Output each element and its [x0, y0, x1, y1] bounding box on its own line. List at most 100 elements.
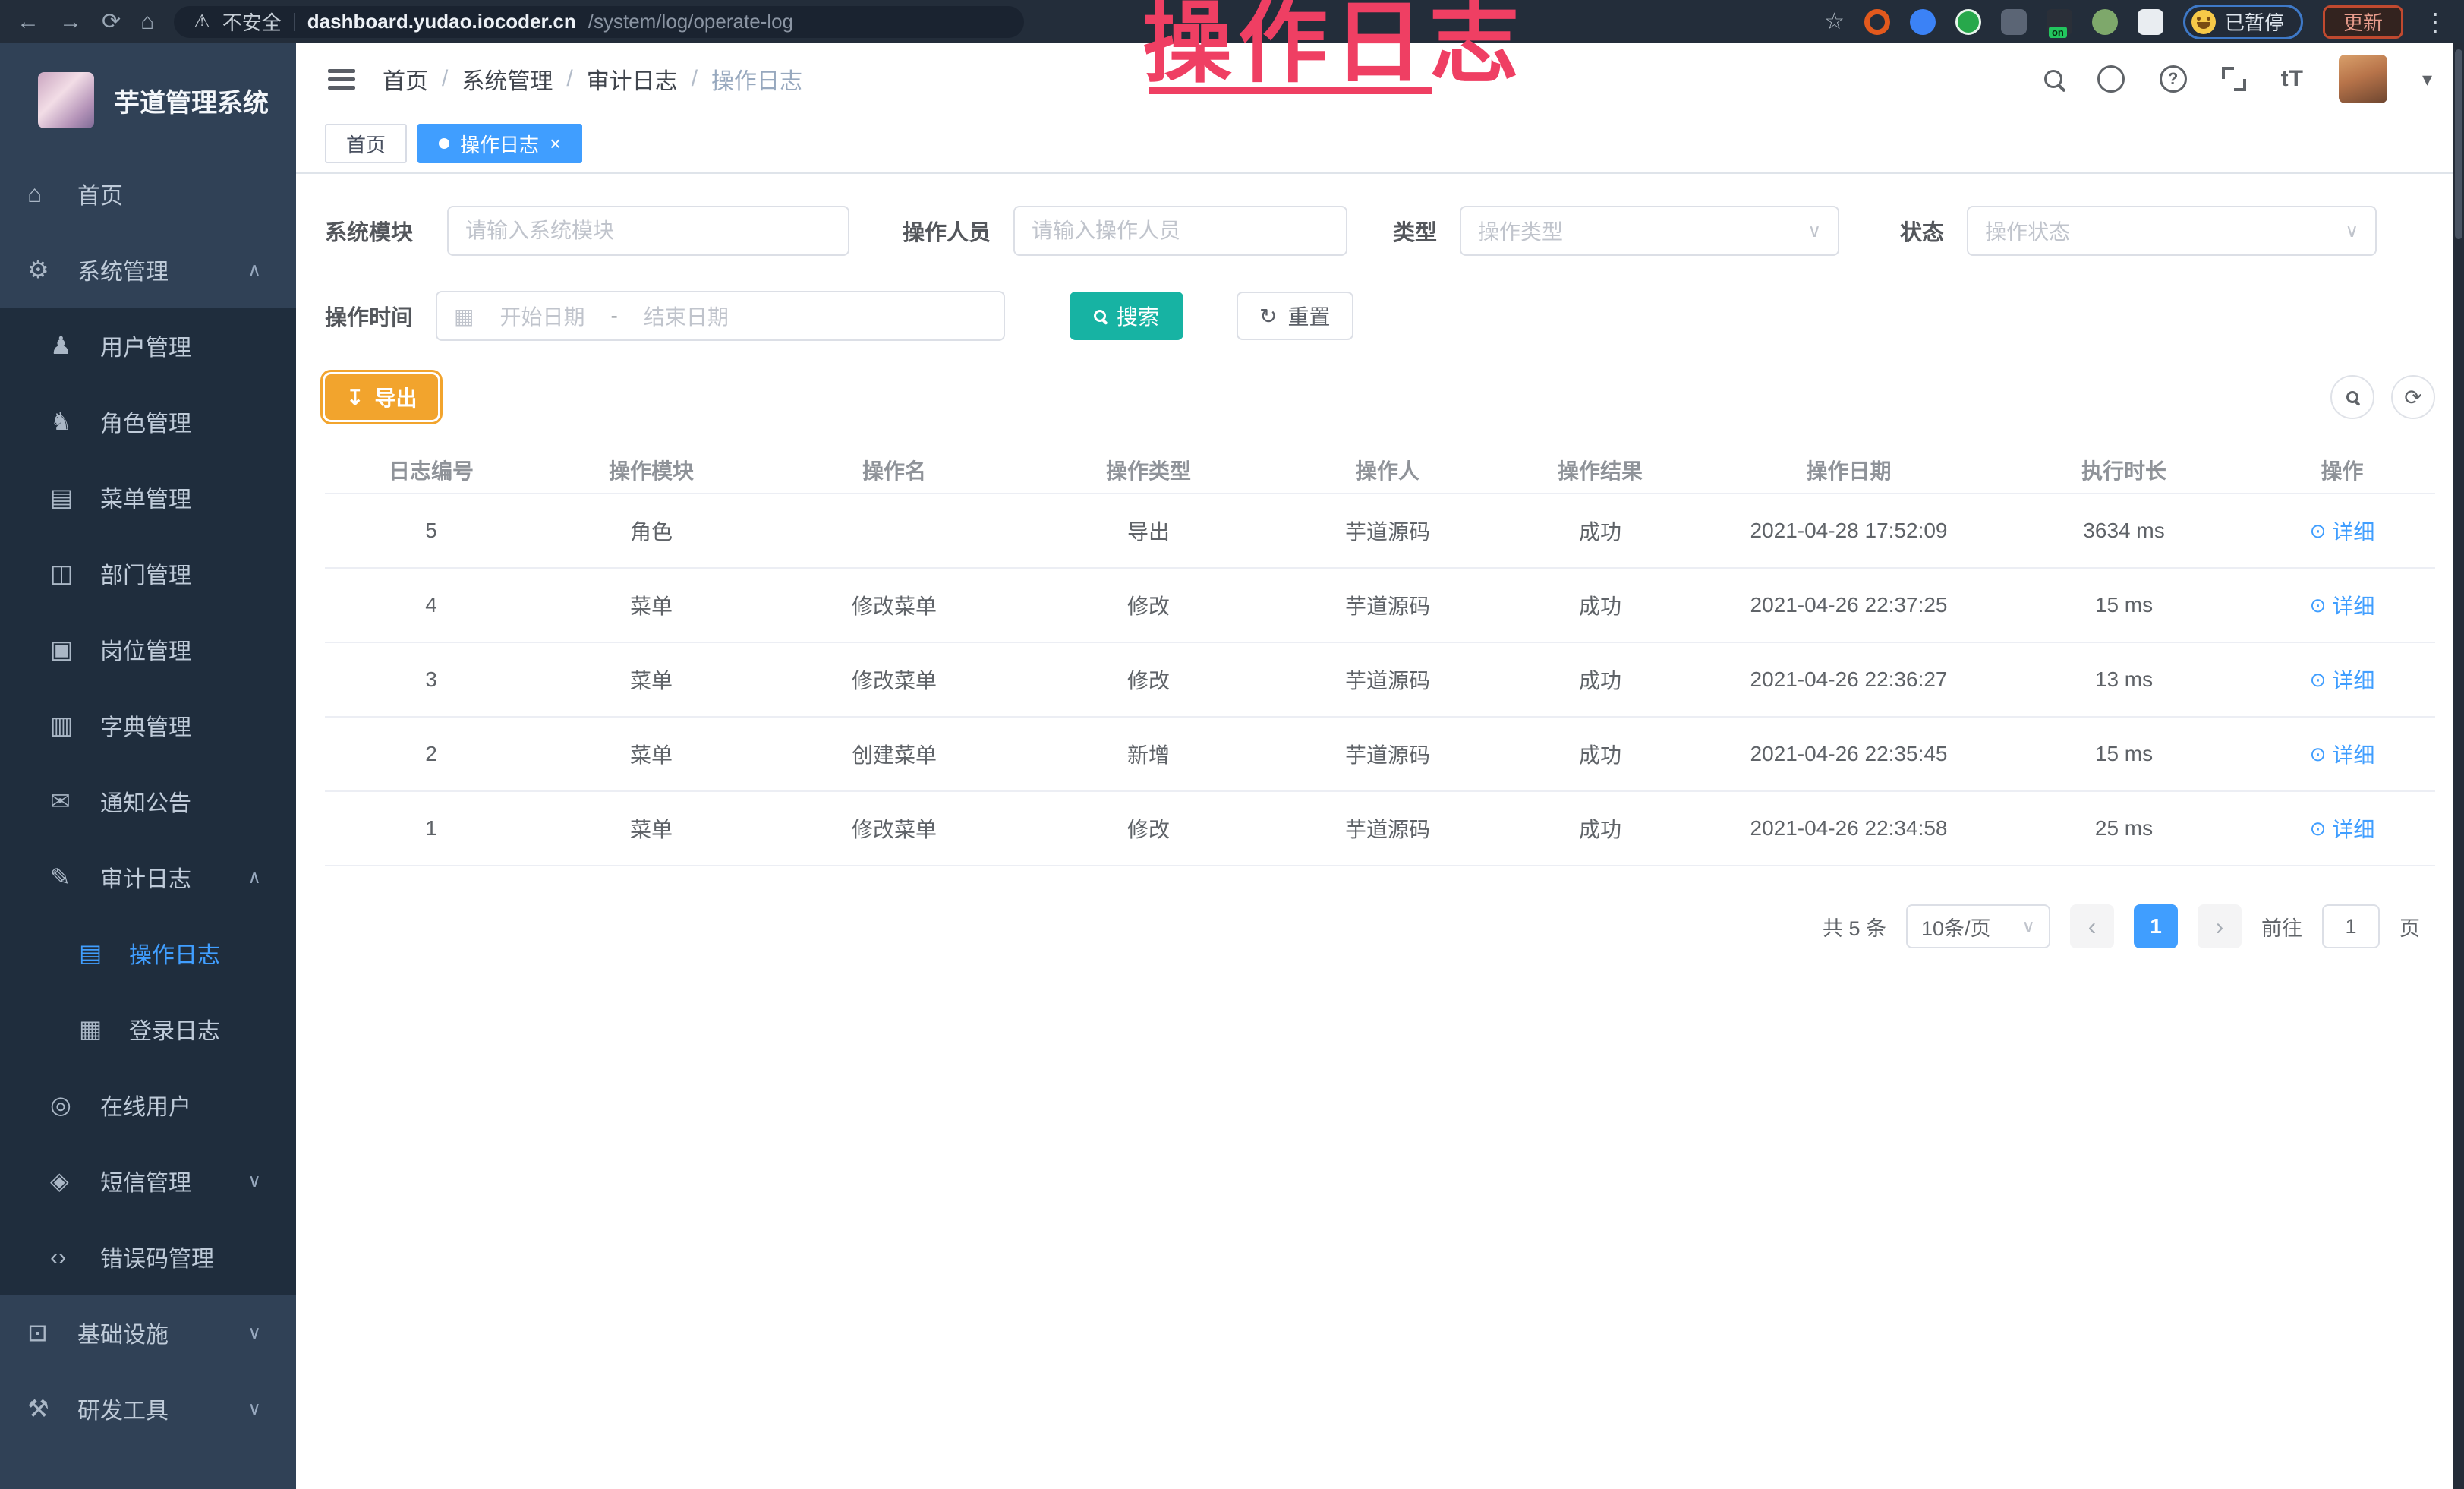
- sidebar-item-dictionary[interactable]: ▥字典管理: [0, 687, 296, 763]
- extension-on-badge: on: [2049, 27, 2067, 38]
- home-icon[interactable]: ⌂: [140, 11, 154, 33]
- browser-scrollbar[interactable]: [2453, 43, 2464, 1489]
- export-button[interactable]: ↧ 导出: [325, 374, 438, 420]
- bookmark-star-icon[interactable]: ☆: [1824, 8, 1845, 35]
- sidebar: 芋道管理系统 ⌂首页⚙系统管理∧♟用户管理♞角色管理▤菜单管理◫部门管理▣岗位管…: [0, 43, 296, 1489]
- sidebar-item-operate-log[interactable]: ▤ 操作日志: [0, 915, 296, 991]
- extension-icon-4[interactable]: [2001, 9, 2027, 35]
- status-select[interactable]: 操作状态 ∨: [1967, 206, 2377, 256]
- next-page-button[interactable]: ›: [2198, 904, 2242, 948]
- font-size-icon[interactable]: tT: [2281, 66, 2304, 92]
- sidebar-item-home[interactable]: ⌂首页: [0, 156, 296, 232]
- refresh-table-icon[interactable]: ⟳: [2391, 375, 2435, 419]
- detail-link[interactable]: ⊙详细: [2310, 590, 2375, 620]
- sidebar-item-notices[interactable]: ✉通知公告: [0, 763, 296, 839]
- cell-result: 成功: [1501, 813, 1699, 844]
- browser-menu-kebab-icon[interactable]: ⋮: [2423, 8, 2447, 36]
- sidebar-item-audit-log[interactable]: ✎审计日志∧: [0, 839, 296, 915]
- search-button[interactable]: 搜索: [1070, 292, 1183, 340]
- chevron-down-icon[interactable]: ▾: [2422, 68, 2432, 91]
- sidebar-item-login-log[interactable]: ▦登录日志: [0, 991, 296, 1067]
- type-select[interactable]: 操作类型 ∨: [1460, 206, 1839, 256]
- cell-module: 菜单: [537, 813, 765, 844]
- cell-duration: 15 ms: [1999, 593, 2249, 617]
- breadcrumb: 首页/系统管理/审计日志/操作日志: [383, 62, 802, 96]
- table-column-header: 操作: [2249, 455, 2435, 485]
- pagination: 共 5 条 10条/页 ∨ ‹ 1 › 前往 页: [325, 904, 2435, 948]
- search-icon[interactable]: [2044, 70, 2062, 88]
- sidebar-item-label: 操作日志: [129, 936, 220, 970]
- back-icon[interactable]: ←: [17, 11, 39, 33]
- sidebar-item-error-codes[interactable]: ‹›错误码管理: [0, 1219, 296, 1295]
- sidebar-item-infra[interactable]: ⊡基础设施∨: [0, 1295, 296, 1371]
- date-range-picker[interactable]: ▦ 开始日期 - 结束日期: [436, 291, 1005, 341]
- module-input[interactable]: [447, 206, 849, 256]
- browser-profile-button[interactable]: 已暂停: [2183, 5, 2303, 39]
- extension-icon-2[interactable]: [1910, 9, 1936, 35]
- address-bar[interactable]: ⚠ 不安全 dashboard.yudao.iocoder.cn /system…: [174, 6, 1024, 38]
- sidebar-item-posts[interactable]: ▣岗位管理: [0, 611, 296, 687]
- eye-icon: ⊙: [2310, 519, 2327, 543]
- extension-icon-5[interactable]: on: [2047, 9, 2072, 35]
- table-column-header: 执行时长: [1999, 455, 2249, 485]
- sidebar-item-users[interactable]: ♟用户管理: [0, 308, 296, 383]
- table-column-header: 操作类型: [1023, 455, 1274, 485]
- toggle-search-icon[interactable]: [2330, 375, 2374, 419]
- table-row: 2菜单创建菜单新增芋道源码成功2021-04-26 22:35:4515 ms⊙…: [325, 718, 2435, 792]
- detail-link-label: 详细: [2332, 590, 2374, 620]
- cell-actions: ⊙详细: [2249, 739, 2435, 769]
- sidebar-item-label: 审计日志: [100, 860, 191, 894]
- prev-page-button[interactable]: ‹: [2070, 904, 2114, 948]
- goto-page-input[interactable]: [2322, 904, 2380, 948]
- export-button-label: 导出: [374, 382, 417, 412]
- filter-row-2: 操作时间 ▦ 开始日期 - 结束日期 搜索 ↻ 重置: [325, 291, 2435, 341]
- operator-input[interactable]: [1013, 206, 1347, 256]
- breadcrumb-item[interactable]: 首页: [383, 62, 428, 96]
- sidebar-item-dev-tools[interactable]: ⚒研发工具∨: [0, 1371, 296, 1446]
- sidebar-item-menus[interactable]: ▤菜单管理: [0, 459, 296, 535]
- reload-icon[interactable]: ⟳: [102, 11, 121, 33]
- chevron-down-icon: ∨: [1807, 220, 1821, 242]
- browser-update-button[interactable]: 更新: [2323, 5, 2403, 39]
- fullscreen-icon[interactable]: [2222, 67, 2246, 91]
- breadcrumb-item[interactable]: 系统管理: [462, 62, 553, 96]
- detail-link[interactable]: ⊙详细: [2310, 813, 2375, 844]
- current-page-button[interactable]: 1: [2134, 904, 2178, 948]
- sidebar-item-sms[interactable]: ◈短信管理∨: [0, 1143, 296, 1219]
- collapse-sidebar-icon[interactable]: [328, 77, 355, 81]
- cell-operator: 芋道源码: [1274, 813, 1501, 844]
- error-code-icon: ‹›: [50, 1243, 91, 1271]
- sms-shield-icon: ◈: [50, 1166, 91, 1195]
- cell-date: 2021-04-26 22:36:27: [1699, 667, 1999, 692]
- forward-icon[interactable]: →: [59, 11, 82, 33]
- close-icon[interactable]: ×: [550, 134, 561, 153]
- user-icon: ♟: [50, 331, 91, 360]
- reset-button[interactable]: ↻ 重置: [1237, 292, 1353, 340]
- tab-operate-log[interactable]: 操作日志×: [417, 124, 582, 163]
- detail-link[interactable]: ⊙详细: [2310, 516, 2375, 546]
- sidebar-item-departments[interactable]: ◫部门管理: [0, 535, 296, 611]
- sidebar-item-online-users[interactable]: ◎在线用户: [0, 1067, 296, 1143]
- sidebar-item-label: 通知公告: [100, 784, 191, 818]
- operate-log-icon: ▤: [79, 939, 120, 967]
- detail-link[interactable]: ⊙详细: [2310, 664, 2375, 695]
- scrollbar-thumb[interactable]: [2455, 49, 2462, 239]
- tab-home[interactable]: 首页: [325, 124, 407, 163]
- user-avatar[interactable]: [2339, 55, 2387, 103]
- post-badge-icon: ▣: [50, 635, 91, 664]
- help-icon[interactable]: ?: [2160, 65, 2187, 93]
- breadcrumb-item[interactable]: 审计日志: [587, 62, 678, 96]
- extension-icon-3[interactable]: [1955, 9, 1981, 35]
- cell-name: 修改菜单: [765, 590, 1023, 620]
- page-size-select[interactable]: 10条/页 ∨: [1906, 904, 2050, 948]
- extensions-puzzle-icon[interactable]: [2138, 9, 2163, 35]
- extension-icon-6[interactable]: [2092, 9, 2118, 35]
- extension-icon-1[interactable]: [1864, 9, 1890, 35]
- detail-link[interactable]: ⊙详细: [2310, 739, 2375, 769]
- cell-date: 2021-04-26 22:37:25: [1699, 593, 1999, 617]
- sidebar-item-roles[interactable]: ♞角色管理: [0, 383, 296, 459]
- cell-module: 菜单: [537, 739, 765, 769]
- breadcrumb-separator: /: [692, 66, 698, 92]
- github-icon[interactable]: [2097, 65, 2125, 93]
- sidebar-item-system[interactable]: ⚙系统管理∧: [0, 232, 296, 308]
